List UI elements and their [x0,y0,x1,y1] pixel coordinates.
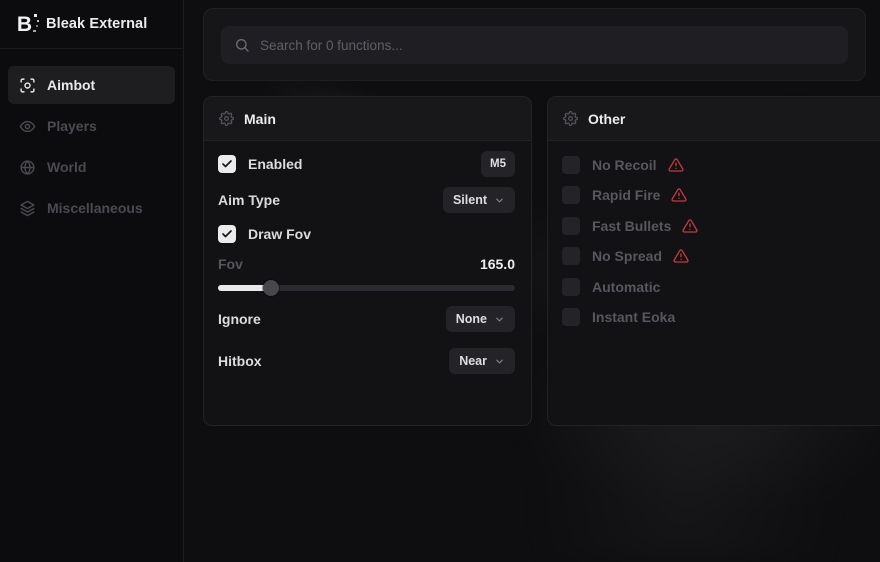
warning-icon [673,248,689,264]
panel-main-header: Main [204,97,531,141]
sidebar-header: B Bleak External [0,0,183,49]
panel-title: Other [588,111,625,127]
rapid-fire-row[interactable]: Rapid Fire [562,182,875,208]
check-icon [221,158,233,170]
fov-label: Fov [218,256,243,272]
ignore-row: Ignore None [218,306,515,332]
layers-icon [19,200,36,217]
search-box[interactable] [221,26,848,64]
sidebar-item-label: Miscellaneous [47,200,143,216]
globe-icon [19,159,36,176]
content-area: Main Enabled M5 Aim Type Silent [184,0,880,562]
sidebar-item-aimbot[interactable]: Aimbot [8,66,175,104]
check-icon [221,228,233,240]
fov-slider-thumb[interactable] [263,280,279,296]
app-window: B Bleak External Aimbot [0,0,880,562]
aim-type-row: Aim Type Silent [218,187,515,213]
no-recoil-row[interactable]: No Recoil [562,152,875,178]
automatic-row[interactable]: Automatic [562,274,875,300]
sidebar-item-miscellaneous[interactable]: Miscellaneous [8,189,175,227]
panel-main: Main Enabled M5 Aim Type Silent [203,96,532,426]
instant-eoka-checkbox[interactable] [562,308,580,326]
sidebar-item-world[interactable]: World [8,148,175,186]
enabled-keybind-button[interactable]: M5 [481,151,515,177]
eye-icon [19,118,36,135]
sidebar-item-players[interactable]: Players [8,107,175,145]
sidebar-item-label: Aimbot [47,77,95,93]
chevron-down-icon [494,195,505,206]
hitbox-dropdown[interactable]: Near [449,348,515,374]
enabled-label: Enabled [248,156,302,172]
hitbox-value: Near [459,354,487,368]
no-spread-label: No Spread [592,248,662,264]
no-spread-checkbox[interactable] [562,247,580,265]
instant-eoka-row[interactable]: Instant Eoka [562,304,875,330]
sidebar-item-label: World [47,159,86,175]
instant-eoka-label: Instant Eoka [592,309,675,325]
draw-fov-label: Draw Fov [248,226,311,242]
sidebar: B Bleak External Aimbot [0,0,184,562]
panel-other-header: Other [548,97,880,141]
warning-icon [682,218,698,234]
warning-icon [668,157,684,173]
gear-icon [563,111,578,126]
draw-fov-checkbox[interactable] [218,225,236,243]
app-title: Bleak External [46,16,147,32]
ignore-value: None [456,312,487,326]
enabled-checkbox[interactable] [218,155,236,173]
automatic-label: Automatic [592,279,660,295]
aim-type-label: Aim Type [218,192,280,208]
automatic-checkbox[interactable] [562,278,580,296]
panel-title: Main [244,111,276,127]
fast-bullets-checkbox[interactable] [562,217,580,235]
panel-other: Other No Recoil Rapid Fire [547,96,880,426]
no-recoil-label: No Recoil [592,157,657,173]
chevron-down-icon [494,356,505,367]
search-input[interactable] [260,38,835,53]
ignore-label: Ignore [218,311,261,327]
aim-type-value: Silent [453,193,487,207]
fast-bullets-row[interactable]: Fast Bullets [562,213,875,239]
chevron-down-icon [494,314,505,325]
no-spread-row[interactable]: No Spread [562,243,875,269]
aim-type-dropdown[interactable]: Silent [443,187,515,213]
app-logo: B [12,12,36,36]
focus-icon [19,77,36,94]
no-recoil-checkbox[interactable] [562,156,580,174]
fov-row: Fov 165.0 [218,254,515,274]
search-container [203,8,866,81]
hitbox-label: Hitbox [218,353,262,369]
rapid-fire-checkbox[interactable] [562,186,580,204]
warning-icon [671,187,687,203]
logo-letter: B [17,14,31,35]
hitbox-row: Hitbox Near [218,348,515,374]
fast-bullets-label: Fast Bullets [592,218,671,234]
rapid-fire-label: Rapid Fire [592,187,660,203]
sidebar-item-label: Players [47,118,97,134]
draw-fov-row: Draw Fov [218,221,515,247]
enabled-row: Enabled M5 [218,151,515,177]
ignore-dropdown[interactable]: None [446,306,515,332]
gear-icon [219,111,234,126]
search-icon [234,37,250,53]
fov-slider[interactable] [218,280,515,296]
fov-value: 165.0 [480,256,515,272]
sidebar-nav: Aimbot Players World [0,49,183,230]
